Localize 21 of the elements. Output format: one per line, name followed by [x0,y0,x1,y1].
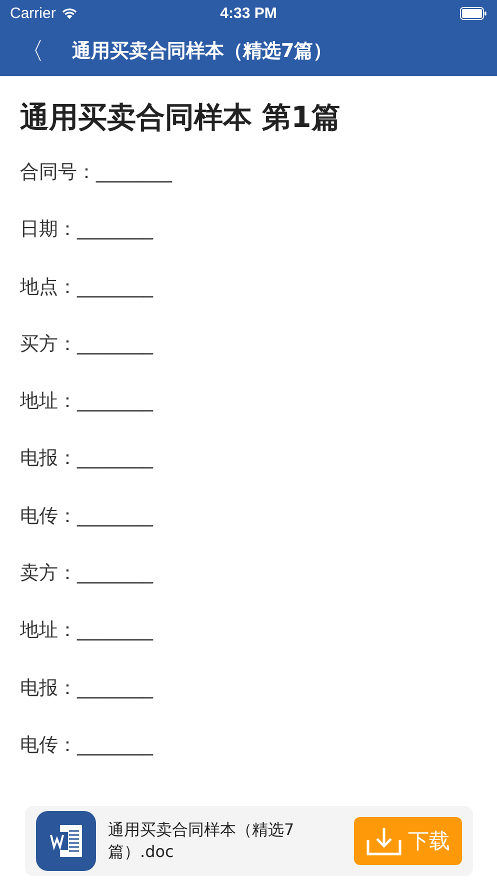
word-document-icon [36,811,96,871]
field-line: 日期：________ [20,218,153,240]
file-name: 通用买卖合同样本（精选7篇）.doc [108,819,296,863]
field-line: 电传：________ [20,734,153,756]
carrier-label: Carrier [10,4,56,22]
wifi-icon [60,7,78,19]
field-line: 电传：________ [20,504,153,527]
field-line: 地址：________ [20,390,153,412]
nav-title: 通用买卖合同样本（精选7篇） [72,39,332,64]
field-line: 电报：________ [20,447,153,470]
field-line: 地点：________ [20,276,153,298]
download-icon [366,826,402,856]
field-line: 电报：________ [20,676,153,699]
field-line: 卖方：________ [20,562,153,584]
field-line: 买方：________ [20,332,153,355]
back-button[interactable]: 〈 [20,35,50,67]
field-line: 合同号：________ [20,161,172,183]
document-heading: 通用买卖合同样本 第1篇 [20,99,342,136]
status-time: 4:33 PM [220,4,277,22]
field-line: 地址：________ [20,619,153,642]
battery-icon [460,6,487,20]
